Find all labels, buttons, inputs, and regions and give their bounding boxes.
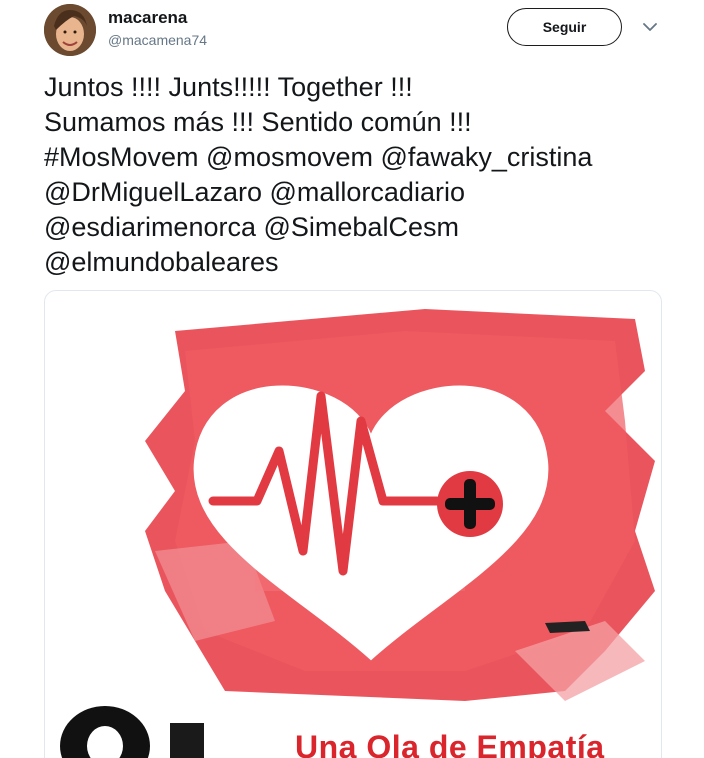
avatar[interactable] [44,4,96,56]
user-handle[interactable]: @macamena74 [108,32,207,48]
tweet-media-image[interactable]: Una Ola de Empatía [44,290,662,758]
tweet-line-mentions[interactable]: #MosMovem @mosmovem @fawaky_cristina [44,140,684,175]
tweet-line-mentions[interactable]: @DrMiguelLazaro @mallorcadiario [44,175,684,210]
media-artwork [60,309,655,758]
plus-icon [437,471,503,537]
tweet-text: Juntos !!!! Junts!!!!! Together !!! Suma… [44,70,684,280]
chevron-down-icon[interactable] [640,17,660,37]
tweet-line-mentions[interactable]: @esdiarimenorca @SimebalCesm [44,210,684,245]
tweet-line: Sumamos más !!! Sentido común !!! [44,107,472,137]
media-caption: Una Ola de Empatía [295,729,605,758]
display-name[interactable]: macarena [108,8,187,28]
tweet: macarena @macamena74 Seguir Juntos !!!! … [0,0,704,758]
tweet-line: Juntos !!!! Junts!!!!! Together !!! [44,72,413,102]
follow-button[interactable]: Seguir [507,8,622,46]
tweet-line-mentions[interactable]: @elmundobaleares [44,245,684,280]
